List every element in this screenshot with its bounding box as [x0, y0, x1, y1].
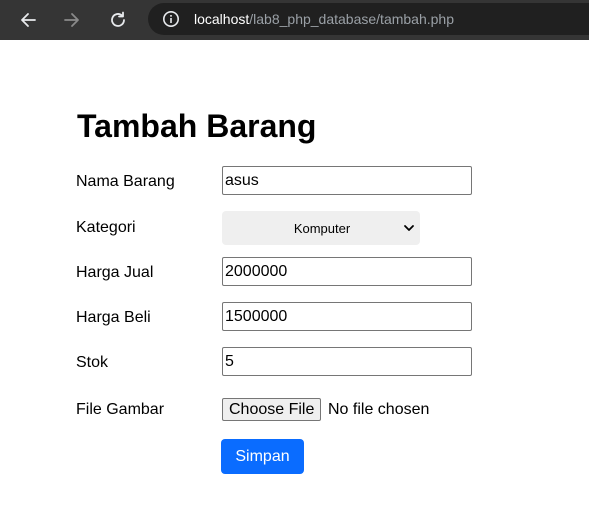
nama-barang-input[interactable] — [222, 166, 472, 195]
reload-button[interactable] — [104, 6, 132, 34]
harga-beli-label: Harga Beli — [76, 309, 151, 326]
back-button[interactable] — [14, 6, 42, 34]
info-icon[interactable] — [162, 10, 180, 28]
stok-label: Stok — [76, 354, 109, 371]
harga-beli-input[interactable] — [222, 302, 472, 331]
harga-jual-label: Harga Jual — [76, 264, 154, 281]
chevron-down-icon — [398, 222, 420, 234]
reload-icon — [111, 11, 125, 27]
choose-file-button[interactable]: Choose File — [222, 398, 322, 421]
file-gambar-label: File Gambar — [76, 401, 165, 418]
browser-toolbar: localhost/lab8_php_database/tambah.php — [0, 0, 589, 40]
page-title: Tambah Barang — [77, 108, 317, 144]
harga-jual-input[interactable] — [222, 257, 472, 286]
url-host: localhost — [194, 11, 250, 27]
kategori-select[interactable]: Komputer — [222, 211, 420, 245]
nama-barang-label: Nama Barang — [76, 173, 175, 190]
url-path: /lab8_php_database/tambah.php — [249, 11, 454, 27]
kategori-label: Kategori — [76, 219, 136, 236]
forward-button[interactable] — [58, 6, 86, 34]
back-arrow-icon — [21, 13, 36, 27]
file-status-text: No file chosen — [328, 401, 430, 418]
url-text: localhost/lab8_php_database/tambah.php — [194, 11, 454, 27]
simpan-button[interactable]: Simpan — [221, 439, 304, 474]
address-bar[interactable]: localhost/lab8_php_database/tambah.php — [148, 3, 589, 35]
forward-arrow-icon — [64, 13, 79, 27]
stok-input[interactable] — [222, 347, 472, 376]
kategori-selected-value: Komputer — [293, 220, 351, 236]
